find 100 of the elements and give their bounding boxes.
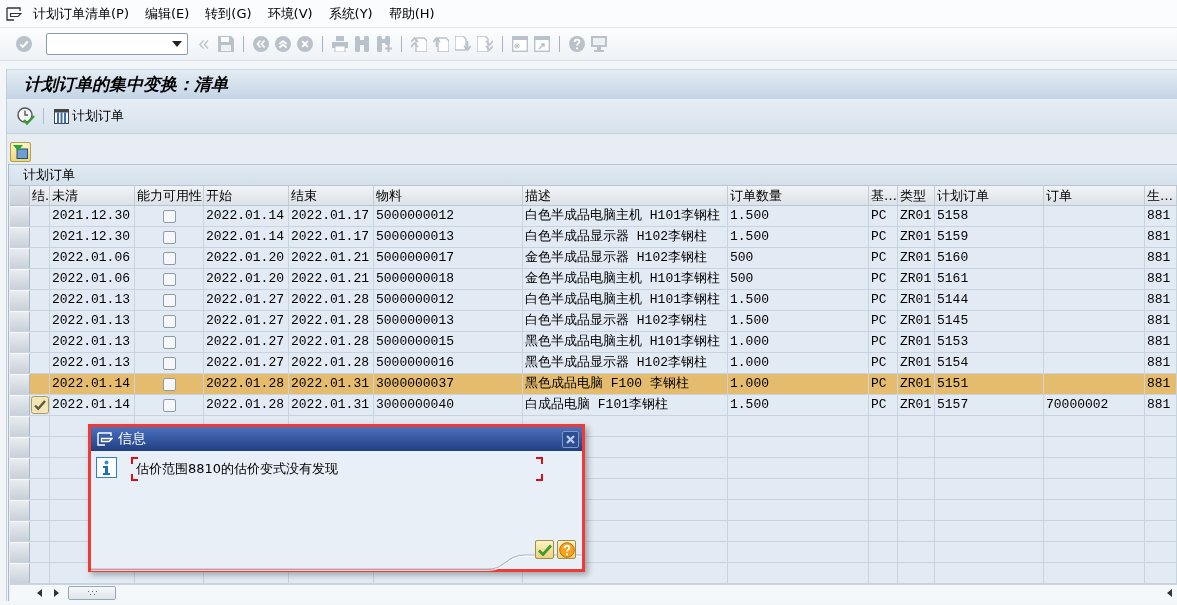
row-selector[interactable]	[10, 563, 30, 583]
table-cell: ZR01	[898, 269, 935, 289]
row-selector[interactable]	[10, 248, 30, 268]
menu-item[interactable]: 计划订单清单(P)	[33, 4, 129, 23]
close-icon	[566, 434, 575, 444]
table-cell: 3000000040	[374, 395, 523, 415]
planned-order-button[interactable]: 计划订单	[53, 105, 125, 127]
table-cell: ZR01	[898, 206, 935, 226]
checkbox[interactable]	[163, 272, 176, 286]
table-icon	[54, 108, 69, 124]
table-cell: 2022.01.06	[50, 269, 135, 289]
checkbox[interactable]	[163, 398, 176, 412]
table-cell: 1.500	[728, 290, 869, 310]
table-cell: 881	[1145, 269, 1177, 289]
caret-icon[interactable]	[172, 41, 182, 47]
table-cell: 5000000015	[374, 332, 523, 352]
table-row[interactable]: 2022.01.14 2022.01.28 2022.01.31 3000000037 黑色成品电脑 F100 李钢柱 1.000 PC ZR01 5151 881	[10, 374, 1177, 395]
table-title: 计划订单	[23, 166, 75, 184]
table-cell: 1.000	[728, 353, 869, 373]
menu-item[interactable]: 环境(V)	[267, 4, 313, 23]
row-selector[interactable]	[10, 206, 30, 226]
table-cell: PC	[869, 311, 898, 331]
row-selector[interactable]	[10, 311, 30, 331]
column-header[interactable]: 订单数量	[728, 186, 869, 205]
table-cell: 1.500	[728, 206, 869, 226]
row-selector[interactable]	[10, 227, 30, 247]
column-header[interactable]: 物料	[374, 186, 523, 205]
table-cell: 881	[1145, 353, 1177, 373]
row-selector[interactable]	[10, 521, 30, 541]
checkbox[interactable]	[163, 230, 176, 244]
table-row[interactable]: 2022.01.06 2022.01.20 2022.01.21 5000000017 金色半成品显示器 H102李钢柱 500 PC ZR01 5160 881	[10, 248, 1177, 269]
column-header[interactable]: 能力可用性	[135, 186, 204, 205]
checkbox[interactable]	[163, 251, 176, 265]
select-all-button[interactable]	[10, 186, 30, 205]
table-cell: 黑色半成品电脑主机 H101李钢柱	[523, 332, 728, 352]
checkbox[interactable]	[163, 377, 176, 391]
table-cell: 2022.01.27	[204, 290, 289, 310]
table-cell: 881	[1145, 206, 1177, 226]
row-selector[interactable]	[10, 479, 30, 499]
row-selector[interactable]	[10, 395, 30, 415]
column-header[interactable]: 未清	[50, 186, 135, 205]
column-header[interactable]: 结束	[289, 186, 374, 205]
column-header[interactable]: 生…	[1145, 186, 1177, 205]
checkbox[interactable]	[163, 209, 176, 223]
help-button[interactable]	[557, 540, 576, 559]
table-row[interactable]: 2022.01.13 2022.01.27 2022.01.28 5000000013 白色半成品显示器 H102李钢柱 1.500 PC ZR01 5145 881	[10, 311, 1177, 332]
row-selector[interactable]	[10, 269, 30, 289]
checkbox[interactable]	[163, 356, 176, 370]
checkbox[interactable]	[163, 314, 176, 328]
scrollbar-thumb[interactable]	[68, 586, 116, 600]
row-selector[interactable]	[10, 437, 30, 457]
row-selector[interactable]	[10, 374, 30, 394]
checkbox[interactable]	[163, 293, 176, 307]
column-header[interactable]: 计划订单	[935, 186, 1044, 205]
table-cell: ZR01	[898, 332, 935, 352]
row-selector[interactable]	[10, 500, 30, 520]
horizontal-scrollbar[interactable]	[10, 584, 1177, 601]
table-row[interactable]: 2021.12.30 2022.01.14 2022.01.17 5000000012 白色半成品电脑主机 H101李钢柱 1.500 PC ZR01 5158 881	[10, 206, 1177, 227]
scroll-left-icon[interactable]	[1167, 589, 1172, 597]
triangle-box-icon	[13, 145, 28, 159]
command-field[interactable]	[46, 33, 188, 55]
column-header[interactable]: 结.	[30, 186, 50, 205]
menu-item[interactable]: 系统(Y)	[328, 4, 373, 23]
row-selector[interactable]	[10, 416, 30, 436]
close-button[interactable]	[562, 430, 579, 448]
table-cell: 1.500	[728, 311, 869, 331]
table-row[interactable]: 2022.01.13 2022.01.27 2022.01.28 5000000012 白色半成品电脑主机 H101李钢柱 1.500 PC ZR01 5144 881	[10, 290, 1177, 311]
table-cell: 2022.01.14	[204, 227, 289, 247]
scroll-right-icon[interactable]	[54, 589, 59, 597]
layout-button[interactable]	[10, 142, 31, 162]
column-header[interactable]: 描述	[523, 186, 728, 205]
table-row[interactable]: 2022.01.14 2022.01.28 2022.01.31 3000000040 白成品电脑 F101李钢柱 1.500 PC ZR01 5157 70000002 881	[10, 395, 1177, 416]
column-header[interactable]: 订单	[1044, 186, 1145, 205]
column-header[interactable]: 开始	[204, 186, 289, 205]
table-row[interactable]: 2022.01.13 2022.01.27 2022.01.28 5000000015 黑色半成品电脑主机 H101李钢柱 1.000 PC ZR01 5153 881	[10, 332, 1177, 353]
table-cell: 2022.01.21	[289, 248, 374, 268]
column-header[interactable]: 类型	[898, 186, 935, 205]
table-row[interactable]: 2022.01.13 2022.01.27 2022.01.28 5000000016 黑色半成品显示器 H102李钢柱 1.000 PC ZR01 5154 881	[10, 353, 1177, 374]
clock-check-icon[interactable]	[17, 107, 35, 125]
table-cell: 881	[1145, 227, 1177, 247]
menu-item[interactable]: 转到(G)	[205, 4, 252, 23]
scroll-left-icon[interactable]	[37, 589, 42, 597]
menu-icon[interactable]	[6, 6, 22, 21]
table-cell: 2022.01.28	[204, 374, 289, 394]
table-row[interactable]: 2022.01.06 2022.01.20 2022.01.21 5000000018 金色半成品电脑主机 H101李钢柱 500 PC ZR01 5161 881	[10, 269, 1177, 290]
confirm-button[interactable]	[535, 540, 554, 559]
table-row[interactable]: 2021.12.30 2022.01.14 2022.01.17 5000000013 白色半成品显示器 H102李钢柱 1.500 PC ZR01 5159 881	[10, 227, 1177, 248]
row-selector[interactable]	[10, 542, 30, 562]
menu-item[interactable]: 编辑(E)	[145, 4, 190, 23]
checkbox[interactable]	[163, 335, 176, 349]
row-selector[interactable]	[10, 353, 30, 373]
table-cell: 2022.01.31	[289, 374, 374, 394]
column-header[interactable]: 基…	[869, 186, 898, 205]
table-cell: 金色半成品显示器 H102李钢柱	[523, 248, 728, 268]
table-cell: 2022.01.27	[204, 332, 289, 352]
table-cell: 5157	[935, 395, 1044, 415]
menu-item[interactable]: 帮助(H)	[388, 4, 435, 23]
row-selector[interactable]	[10, 332, 30, 352]
row-selector[interactable]	[10, 290, 30, 310]
row-selector[interactable]	[10, 458, 30, 478]
